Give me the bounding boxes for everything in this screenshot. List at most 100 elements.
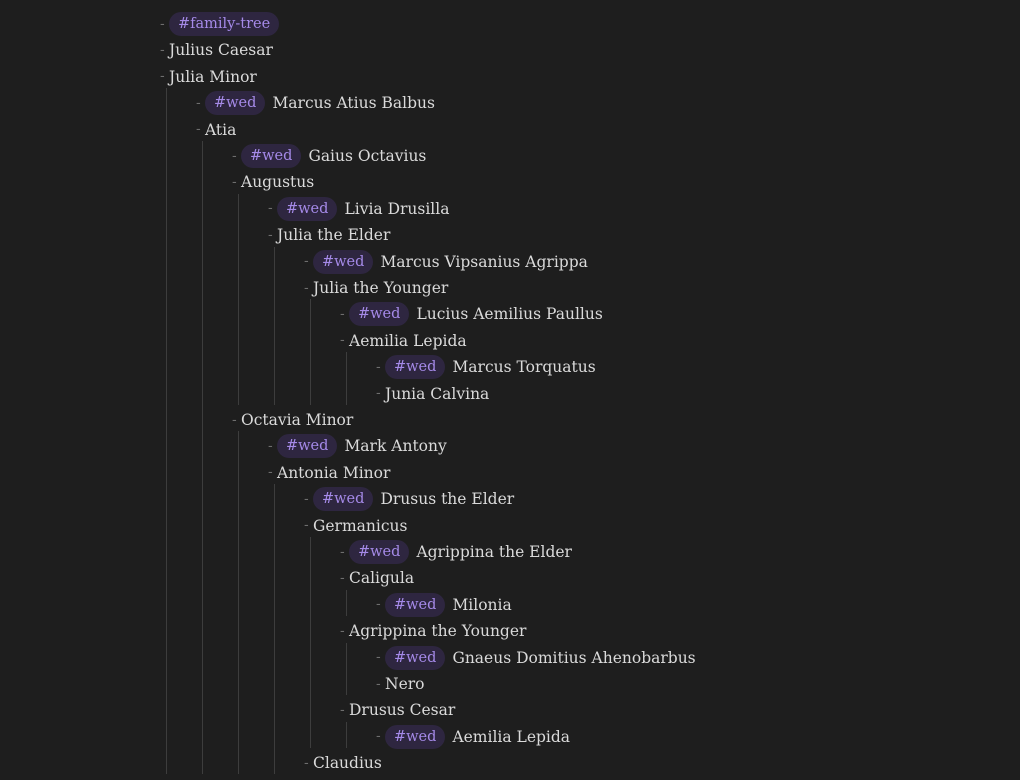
outline-item-tagged[interactable]: - #wed Lucius Aemilius Paullus [340, 301, 603, 327]
list-bullet[interactable]: - [340, 545, 349, 560]
list-bullet[interactable]: - [376, 729, 385, 744]
list-bullet[interactable]: - [232, 175, 241, 190]
outline-item-tagged[interactable]: - #wed Aemilia Lepida [376, 724, 570, 750]
outline-item-label[interactable]: Marcus Atius Balbus [272, 94, 435, 112]
list-bullet[interactable]: - [340, 333, 349, 348]
list-bullet[interactable]: - [340, 307, 349, 322]
outline-item-label[interactable]: Julia Minor [169, 68, 257, 86]
outline-item[interactable]: - Octavia Minor [232, 407, 353, 433]
outline-item-tagged[interactable]: - #wed Gaius Octavius [232, 143, 426, 169]
list-bullet[interactable]: - [376, 597, 385, 612]
outline-item-label[interactable]: Marcus Torquatus [452, 358, 595, 376]
tag-pill[interactable]: #wed [205, 91, 266, 116]
outline-item-label[interactable]: Drusus the Elder [380, 490, 514, 508]
list-bullet[interactable]: - [376, 386, 385, 401]
outline-item[interactable]: - Germanicus [304, 513, 407, 539]
outline-item[interactable]: - Agrippina the Younger [340, 618, 526, 644]
list-bullet[interactable]: - [376, 650, 385, 665]
list-bullet[interactable]: - [304, 756, 313, 771]
outline-item-label[interactable]: Lucius Aemilius Paullus [416, 305, 602, 323]
outline-item-label[interactable]: Claudius [313, 754, 382, 772]
outline-item-label[interactable]: Julia the Younger [313, 279, 448, 297]
outline-item[interactable]: - Caligula [340, 565, 414, 591]
outline-item[interactable]: - Junia Calvina [376, 381, 489, 407]
outline-item[interactable]: - Drusus Cesar [340, 697, 455, 723]
outline-item-label[interactable]: Antonia Minor [277, 464, 390, 482]
tag-pill[interactable]: #family-tree [169, 12, 280, 36]
list-bullet[interactable]: - [340, 571, 349, 586]
tag-pill[interactable]: #wed [385, 355, 446, 380]
outline-item-label[interactable]: Junia Calvina [385, 385, 489, 403]
outline-item-tagged[interactable]: - #wed Drusus the Elder [304, 486, 514, 512]
outline-item-tagged[interactable]: - #wed Marcus Vipsanius Agrippa [304, 249, 588, 275]
tag-pill[interactable]: #wed [385, 592, 446, 617]
outline-item-label[interactable]: Agrippina the Elder [416, 543, 572, 561]
outline-item[interactable]: - Julia the Elder [268, 222, 390, 248]
list-bullet[interactable]: - [340, 624, 349, 639]
list-bullet[interactable]: - [340, 703, 349, 718]
tag-pill[interactable]: #wed [277, 434, 338, 459]
list-bullet[interactable]: - [304, 281, 313, 296]
list-bullet[interactable]: - [304, 518, 313, 533]
list-bullet[interactable]: - [268, 439, 277, 454]
outline-item[interactable]: - Julia the Younger [304, 275, 448, 301]
outline-item-tagged[interactable]: - #family-tree [160, 11, 286, 37]
outline-item-label[interactable]: Aemilia Lepida [349, 332, 467, 350]
tag-pill[interactable]: #wed [313, 249, 374, 274]
list-bullet[interactable]: - [304, 254, 313, 269]
outline-item[interactable]: - Augustus [232, 169, 314, 195]
outline-item-tagged[interactable]: - #wed Gnaeus Domitius Ahenobarbus [376, 645, 696, 671]
list-bullet[interactable]: - [160, 43, 169, 58]
outline-item-label[interactable]: Octavia Minor [241, 411, 353, 429]
tag-pill[interactable]: #wed [241, 144, 302, 168]
indent-guide [238, 193, 239, 405]
outline-item-label[interactable]: Drusus Cesar [349, 701, 455, 719]
list-bullet[interactable]: - [160, 69, 169, 84]
outline-item-tagged[interactable]: - #wed Livia Drusilla [268, 196, 449, 222]
outline-item-label[interactable]: Germanicus [313, 517, 407, 535]
outline-item[interactable]: - Antonia Minor [268, 460, 390, 486]
outline-item[interactable]: - Nero [376, 671, 424, 697]
tag-pill[interactable]: #wed [277, 196, 338, 221]
list-bullet[interactable]: - [376, 360, 385, 375]
tag-pill[interactable]: #wed [313, 487, 374, 512]
outline-item-label[interactable]: Nero [385, 675, 424, 693]
outline-item-tagged[interactable]: - #wed Agrippina the Elder [340, 539, 572, 565]
outline-item-label[interactable]: Aemilia Lepida [452, 728, 570, 746]
list-bullet[interactable]: - [376, 677, 385, 692]
tag-pill[interactable]: #wed [349, 540, 410, 564]
outline-item-label[interactable]: Julius Caesar [169, 41, 273, 59]
outline-item-label[interactable]: Marcus Vipsanius Agrippa [380, 253, 587, 271]
outline-item[interactable]: - Aemilia Lepida [340, 328, 467, 354]
outline-item-label[interactable]: Agrippina the Younger [349, 622, 526, 640]
list-bullet[interactable]: - [196, 122, 205, 137]
list-bullet[interactable]: - [160, 17, 169, 32]
outline-item-label[interactable]: Caligula [349, 569, 414, 587]
outline-item[interactable]: - Julius Caesar [160, 37, 273, 63]
outline-item-label[interactable]: Milonia [452, 596, 511, 614]
outline-item-label[interactable]: Atia [205, 121, 236, 139]
outline-item[interactable]: - Julia Minor [160, 64, 257, 90]
tag-pill[interactable]: #wed [349, 302, 410, 327]
list-bullet[interactable]: - [304, 492, 313, 507]
list-bullet[interactable]: - [196, 96, 205, 111]
outline-item-tagged[interactable]: - #wed Mark Antony [268, 433, 447, 459]
outline-item[interactable]: - Atia [196, 117, 236, 143]
tag-pill[interactable]: #wed [385, 724, 446, 749]
list-bullet[interactable]: - [268, 201, 277, 216]
list-bullet[interactable]: - [268, 228, 277, 243]
outline-item-label[interactable]: Livia Drusilla [344, 200, 449, 218]
list-bullet[interactable]: - [232, 149, 241, 164]
tag-pill[interactable]: #wed [385, 645, 446, 670]
outline-item-label[interactable]: Julia the Elder [277, 226, 390, 244]
outline-item-tagged[interactable]: - #wed Marcus Atius Balbus [196, 90, 435, 116]
list-bullet[interactable]: - [268, 465, 277, 480]
outline-item-label[interactable]: Gaius Octavius [308, 147, 426, 165]
outline-item-label[interactable]: Mark Antony [344, 437, 446, 455]
outline-item-label[interactable]: Augustus [241, 173, 314, 191]
list-bullet[interactable]: - [232, 413, 241, 428]
outline-item-tagged[interactable]: - #wed Marcus Torquatus [376, 354, 596, 380]
outline-item-label[interactable]: Gnaeus Domitius Ahenobarbus [452, 649, 695, 667]
outline-item[interactable]: - Claudius [304, 750, 382, 776]
outline-item-tagged[interactable]: - #wed Milonia [376, 592, 512, 618]
